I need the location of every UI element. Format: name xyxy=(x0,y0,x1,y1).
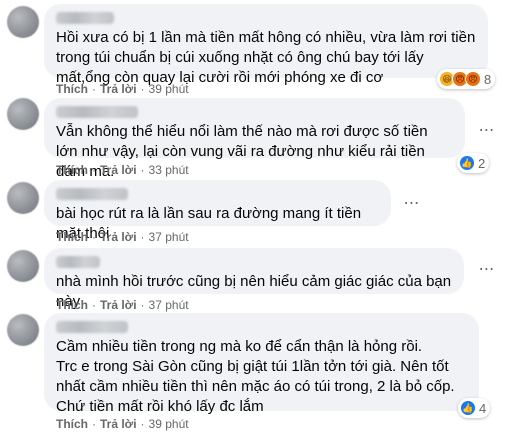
reaction-count: 2 xyxy=(478,155,486,171)
comment-actions: Thích · Trả lời · 33 phút xyxy=(56,163,189,177)
like-button[interactable]: Thích xyxy=(56,298,88,312)
commenter-name-blurred[interactable] xyxy=(56,106,138,118)
reaction-summary[interactable]: 👍 2 xyxy=(457,153,490,173)
like-reaction-icon: 👍 xyxy=(460,400,476,416)
comment-time[interactable]: 37 phút xyxy=(149,298,189,312)
more-options-icon[interactable]: ⋯ xyxy=(400,192,424,216)
more-options-icon[interactable]: ⋯ xyxy=(475,119,499,143)
reaction-summary[interactable]: 😆 😠 😠 8 xyxy=(437,69,496,89)
comment-bubble: Cầm nhiều tiền trong ng mà ko để cẩn thậ… xyxy=(44,313,479,415)
reply-button[interactable]: Trả lời xyxy=(100,417,137,431)
comment-time[interactable]: 37 phút xyxy=(149,230,189,244)
avatar[interactable] xyxy=(7,98,39,130)
reply-button[interactable]: Trả lời xyxy=(100,82,137,96)
like-button[interactable]: Thích xyxy=(56,82,88,96)
commenter-name-blurred[interactable] xyxy=(56,188,128,200)
commenter-name-blurred[interactable] xyxy=(56,256,100,268)
comment-time[interactable]: 33 phút xyxy=(149,163,189,177)
reaction-count: 8 xyxy=(484,71,492,87)
avatar[interactable] xyxy=(7,250,39,282)
avatar[interactable] xyxy=(7,6,39,38)
like-button[interactable]: Thích xyxy=(56,417,88,431)
reaction-summary[interactable]: 👍 4 xyxy=(458,398,491,418)
comment-text: Hồi xưa có bị 1 lần mà tiền mất hông có … xyxy=(56,29,476,86)
comment-actions: Thích · Trả lời · 37 phút xyxy=(56,298,189,312)
avatar[interactable] xyxy=(7,314,39,346)
like-reaction-icon: 👍 xyxy=(459,155,475,171)
angry-reaction-icon: 😠 xyxy=(465,71,481,87)
like-button[interactable]: Thích xyxy=(56,230,88,244)
reaction-count: 4 xyxy=(479,400,487,416)
like-button[interactable]: Thích xyxy=(56,163,88,177)
commenter-name-blurred[interactable] xyxy=(56,12,114,24)
comment-bubble: Vẫn không thể hiểu nổi làm thế nào mà rơ… xyxy=(44,98,465,180)
comment-bubble: bài học rút ra là lần sau ra đường mang … xyxy=(44,180,391,242)
comment-time[interactable]: 39 phút xyxy=(149,82,189,96)
comment-actions: Thích · Trả lời · 39 phút xyxy=(56,417,189,431)
comment-time[interactable]: 39 phút xyxy=(149,417,189,431)
comment-actions: Thích · Trả lời · 37 phút xyxy=(56,230,189,244)
reply-button[interactable]: Trả lời xyxy=(100,163,137,177)
reply-button[interactable]: Trả lời xyxy=(100,230,137,244)
comment-actions: Thích · Trả lời · 39 phút xyxy=(56,82,189,96)
avatar[interactable] xyxy=(7,182,39,214)
commenter-name-blurred[interactable] xyxy=(56,321,128,333)
comment-bubble: nhà mình hồi trước cũng bị nên hiểu cảm … xyxy=(44,248,464,310)
comment-bubble: Hồi xưa có bị 1 lần mà tiền mất hông có … xyxy=(44,4,488,86)
comment-text: Cầm nhiều tiền trong ng mà ko để cẩn thậ… xyxy=(56,338,455,415)
more-options-icon[interactable]: ⋯ xyxy=(475,258,499,282)
reply-button[interactable]: Trả lời xyxy=(100,298,137,312)
